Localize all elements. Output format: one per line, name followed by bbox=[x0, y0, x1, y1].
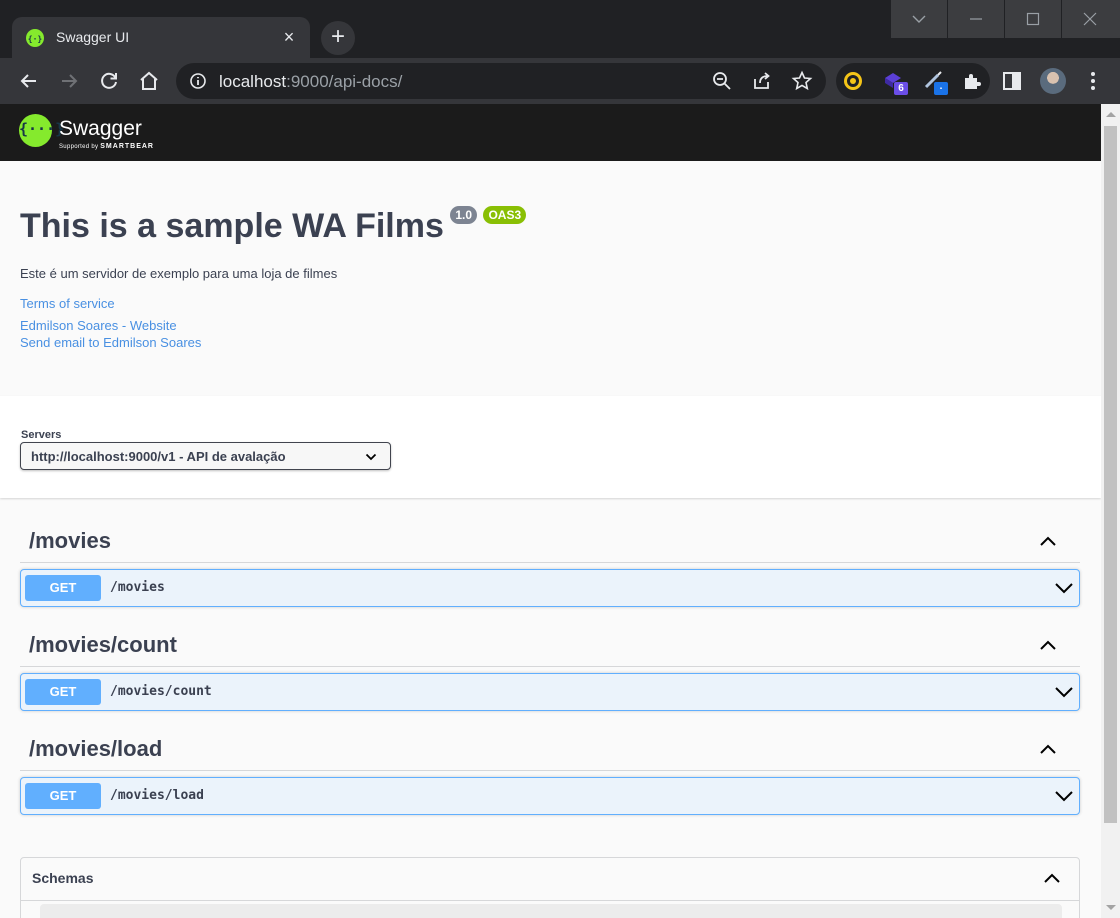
new-tab-button[interactable]: + bbox=[321, 21, 355, 55]
back-arrow-icon[interactable] bbox=[17, 69, 41, 93]
page-title: This is a sample WA Films bbox=[20, 207, 444, 245]
address-bar[interactable]: localhost:9000/api-docs/ bbox=[176, 63, 826, 99]
minimize-icon bbox=[970, 18, 982, 20]
extension-purple-icon[interactable]: 6 bbox=[882, 69, 908, 95]
tag-section-movies-count[interactable]: /movies/count bbox=[20, 623, 1080, 667]
schemas-section[interactable]: Schemas bbox=[20, 857, 1080, 918]
chevron-down-icon[interactable] bbox=[1054, 684, 1074, 700]
extension-badge: 6 bbox=[894, 82, 908, 95]
url-text: localhost:9000/api-docs/ bbox=[219, 72, 403, 91]
tab-title: Swagger UI bbox=[56, 29, 130, 45]
extension-pen-icon[interactable]: . bbox=[922, 69, 948, 95]
page-scrollbar[interactable] bbox=[1101, 104, 1120, 918]
kebab-menu-icon[interactable] bbox=[1083, 70, 1103, 92]
minimize-button[interactable] bbox=[948, 0, 1004, 38]
operation-get-movies-load[interactable]: GET /movies/load bbox=[20, 777, 1080, 815]
extensions-group: 6 . bbox=[836, 63, 990, 99]
website-link[interactable]: Edmilson Soares - Website bbox=[20, 318, 177, 333]
terms-of-service-link[interactable]: Terms of service bbox=[20, 296, 115, 311]
tab-close-icon[interactable]: × bbox=[278, 26, 300, 48]
schemas-list bbox=[40, 904, 1062, 918]
http-method-badge: GET bbox=[25, 575, 101, 601]
extension-badge: . bbox=[934, 82, 948, 95]
reload-icon[interactable] bbox=[97, 69, 121, 93]
share-icon[interactable] bbox=[751, 70, 773, 92]
close-window-button[interactable] bbox=[1062, 0, 1120, 38]
close-icon bbox=[1083, 12, 1097, 26]
profile-avatar[interactable] bbox=[1040, 68, 1066, 94]
puzzle-piece-icon[interactable] bbox=[961, 70, 983, 92]
email-link[interactable]: Send email to Edmilson Soares bbox=[20, 335, 201, 350]
servers-section: Servers http://localhost:9000/v1 - API d… bbox=[0, 396, 1101, 498]
servers-label: Servers bbox=[21, 429, 62, 441]
api-description: Este é um servidor de exemplo para uma l… bbox=[20, 266, 338, 281]
tag-section-movies[interactable]: /movies bbox=[20, 519, 1080, 563]
divider bbox=[21, 900, 1079, 901]
swagger-topbar: {···} Swagger Supported by SMARTBEAR bbox=[0, 104, 1101, 161]
home-icon[interactable] bbox=[137, 69, 161, 93]
info-icon[interactable] bbox=[189, 72, 207, 90]
browser-titlebar: {·} Swagger UI × + bbox=[0, 0, 1120, 58]
browser-tab[interactable]: {·} Swagger UI × bbox=[12, 17, 310, 58]
api-info-header: This is a sample WA Films 1.0 OAS3 bbox=[20, 206, 1080, 246]
forward-arrow-icon[interactable] bbox=[57, 69, 81, 93]
swagger-logo-name[interactable]: Swagger bbox=[59, 117, 142, 141]
chevron-down-icon bbox=[365, 453, 377, 461]
tab-search-button[interactable] bbox=[891, 0, 947, 38]
operation-path: /movies bbox=[110, 580, 165, 595]
chevron-down-icon bbox=[912, 15, 926, 23]
chevron-up-icon[interactable] bbox=[1043, 872, 1061, 884]
operation-path: /movies/count bbox=[110, 684, 212, 699]
chevron-up-icon[interactable] bbox=[1039, 743, 1057, 755]
schemas-title: Schemas bbox=[32, 870, 94, 886]
swagger-logo-sub: Supported by SMARTBEAR bbox=[59, 143, 154, 150]
version-badge: 1.0 bbox=[450, 206, 478, 224]
tag-title: /movies/load bbox=[29, 736, 163, 761]
scrollbar-thumb[interactable] bbox=[1104, 126, 1117, 823]
chevron-up-icon[interactable] bbox=[1039, 535, 1057, 547]
tag-title: /movies bbox=[29, 528, 111, 553]
servers-select[interactable]: http://localhost:9000/v1 - API de avalaç… bbox=[20, 442, 391, 470]
maximize-button[interactable] bbox=[1005, 0, 1061, 38]
maximize-icon bbox=[1026, 12, 1040, 26]
extension-coin-icon[interactable] bbox=[842, 70, 864, 92]
operation-path: /movies/load bbox=[110, 788, 204, 803]
swagger-logo-icon[interactable]: {···} bbox=[19, 114, 64, 147]
chevron-down-icon[interactable] bbox=[1054, 580, 1074, 596]
tag-section-movies-load[interactable]: /movies/load bbox=[20, 727, 1080, 771]
scroll-down-arrow-icon[interactable] bbox=[1106, 905, 1116, 910]
browser-toolbar: localhost:9000/api-docs/ 6 . bbox=[0, 58, 1120, 104]
side-panel-icon[interactable] bbox=[1001, 70, 1023, 92]
chevron-down-icon[interactable] bbox=[1054, 788, 1074, 804]
tag-title: /movies/count bbox=[29, 632, 177, 657]
page-viewport: {···} Swagger Supported by SMARTBEAR Thi… bbox=[0, 104, 1101, 918]
oas-badge: OAS3 bbox=[483, 206, 527, 224]
bookmark-star-icon[interactable] bbox=[791, 70, 813, 92]
chevron-up-icon[interactable] bbox=[1039, 639, 1057, 651]
svg-text:{·}: {·} bbox=[28, 35, 43, 44]
http-method-badge: GET bbox=[25, 679, 101, 705]
operation-get-movies-count[interactable]: GET /movies/count bbox=[20, 673, 1080, 711]
zoom-out-icon[interactable] bbox=[711, 70, 733, 92]
operation-get-movies[interactable]: GET /movies bbox=[20, 569, 1080, 607]
servers-select-value: http://localhost:9000/v1 - API de avalaç… bbox=[31, 449, 286, 464]
scroll-up-arrow-icon[interactable] bbox=[1106, 112, 1116, 117]
http-method-badge: GET bbox=[25, 783, 101, 809]
swagger-favicon-icon: {·} bbox=[26, 29, 44, 47]
